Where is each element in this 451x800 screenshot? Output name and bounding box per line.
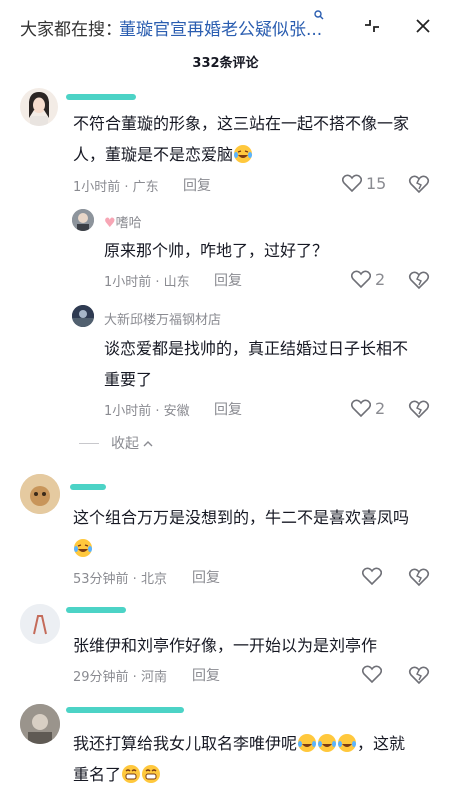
close-icon[interactable] [409, 12, 437, 40]
commenter-name: ♥嗜哈 [104, 216, 142, 231]
reply-button[interactable]: 回复 [192, 665, 220, 685]
reply-button[interactable]: 回复 [214, 399, 242, 419]
heart-icon [342, 174, 362, 192]
avatar[interactable] [72, 209, 94, 231]
dislike-icon[interactable] [408, 565, 430, 587]
avatar[interactable] [20, 604, 60, 644]
avatar[interactable] [20, 704, 60, 744]
comment-text: 张维伊和刘亭作好像，一开始以为是刘亭作 [73, 636, 378, 655]
dislike-icon[interactable] [408, 663, 430, 685]
search-suggestion-bar[interactable]: 大家都在搜： 董璇官宣再婚老公疑似张... [0, 0, 451, 50]
avatar[interactable] [20, 474, 60, 514]
heart-icon [362, 567, 382, 585]
comments-page: 大家都在搜： 董璇官宣再婚老公疑似张... 332条评论 不符合董璇的形象，这三… [0, 0, 451, 800]
reply-button[interactable]: 回复 [192, 567, 220, 587]
comment-text: 谈恋爱都是找帅的，真正结婚过日子长相不 重要了 [104, 339, 409, 389]
dislike-icon[interactable] [408, 172, 430, 194]
comment-meta: 1小时前 · 安徽 [104, 404, 190, 419]
like-button[interactable]: 2 [351, 397, 385, 419]
collapse-replies-button[interactable]: 收起 [79, 433, 153, 453]
commenter-name: 大新邱楼万福钢材店 [104, 313, 222, 328]
redacted-username [66, 607, 126, 613]
heart-icon [362, 665, 382, 683]
comment-meta: 29分钟前 · 河南 [73, 670, 167, 685]
avatar[interactable] [72, 305, 94, 327]
reply-button[interactable]: 回复 [183, 175, 211, 195]
search-prefix: 大家都在搜： [20, 20, 122, 40]
grin-emoji-icon [121, 763, 141, 783]
search-icon [314, 10, 324, 20]
comment-text: 这个组合万万是没想到的，牛二不是喜欢喜凤吗 [73, 502, 443, 564]
comment-meta: 1小时前 · 广东 [73, 180, 159, 195]
comment-count-title: 332条评论 [192, 56, 259, 71]
chevron-up-icon [143, 440, 153, 446]
search-query-link[interactable]: 董璇官宣再婚老公疑似张... [119, 15, 322, 40]
redacted-username [70, 484, 106, 490]
grin-emoji-icon [141, 763, 161, 783]
heart-badge-icon: ♥ [104, 216, 116, 231]
redacted-username [66, 707, 184, 713]
comment-text: 不符合董璇的形象，这三站在一起不搭不像一家 人，董璇是不是恋爱脑 [73, 114, 410, 164]
like-button[interactable]: 2 [351, 268, 385, 290]
laugh-cry-emoji-icon [73, 537, 93, 557]
minimize-icon[interactable] [356, 12, 388, 40]
laugh-cry-emoji-icon [233, 143, 253, 163]
like-button[interactable]: 15 [342, 172, 386, 194]
like-button[interactable] [362, 663, 382, 685]
dislike-icon[interactable] [408, 397, 430, 419]
comment-meta: 1小时前 · 山东 [104, 275, 190, 290]
divider-line [79, 442, 99, 444]
laugh-cry-emoji-icon [337, 732, 357, 752]
comment-text: 原来那个帅，咋地了，过好了？ [104, 241, 329, 260]
dislike-icon[interactable] [408, 268, 430, 290]
reply-button[interactable]: 回复 [214, 270, 242, 290]
heart-icon [351, 399, 371, 417]
comment-meta: 53分钟前 · 北京 [73, 572, 167, 587]
laugh-cry-emoji-icon [297, 732, 317, 752]
redacted-username [66, 94, 136, 100]
comment-text: 我还打算给我女儿取名李唯伊呢 ，这就 重名了 [73, 732, 406, 784]
avatar[interactable] [20, 88, 58, 126]
laugh-cry-emoji-icon [317, 732, 337, 752]
like-button[interactable] [362, 565, 382, 587]
heart-icon [351, 270, 371, 288]
